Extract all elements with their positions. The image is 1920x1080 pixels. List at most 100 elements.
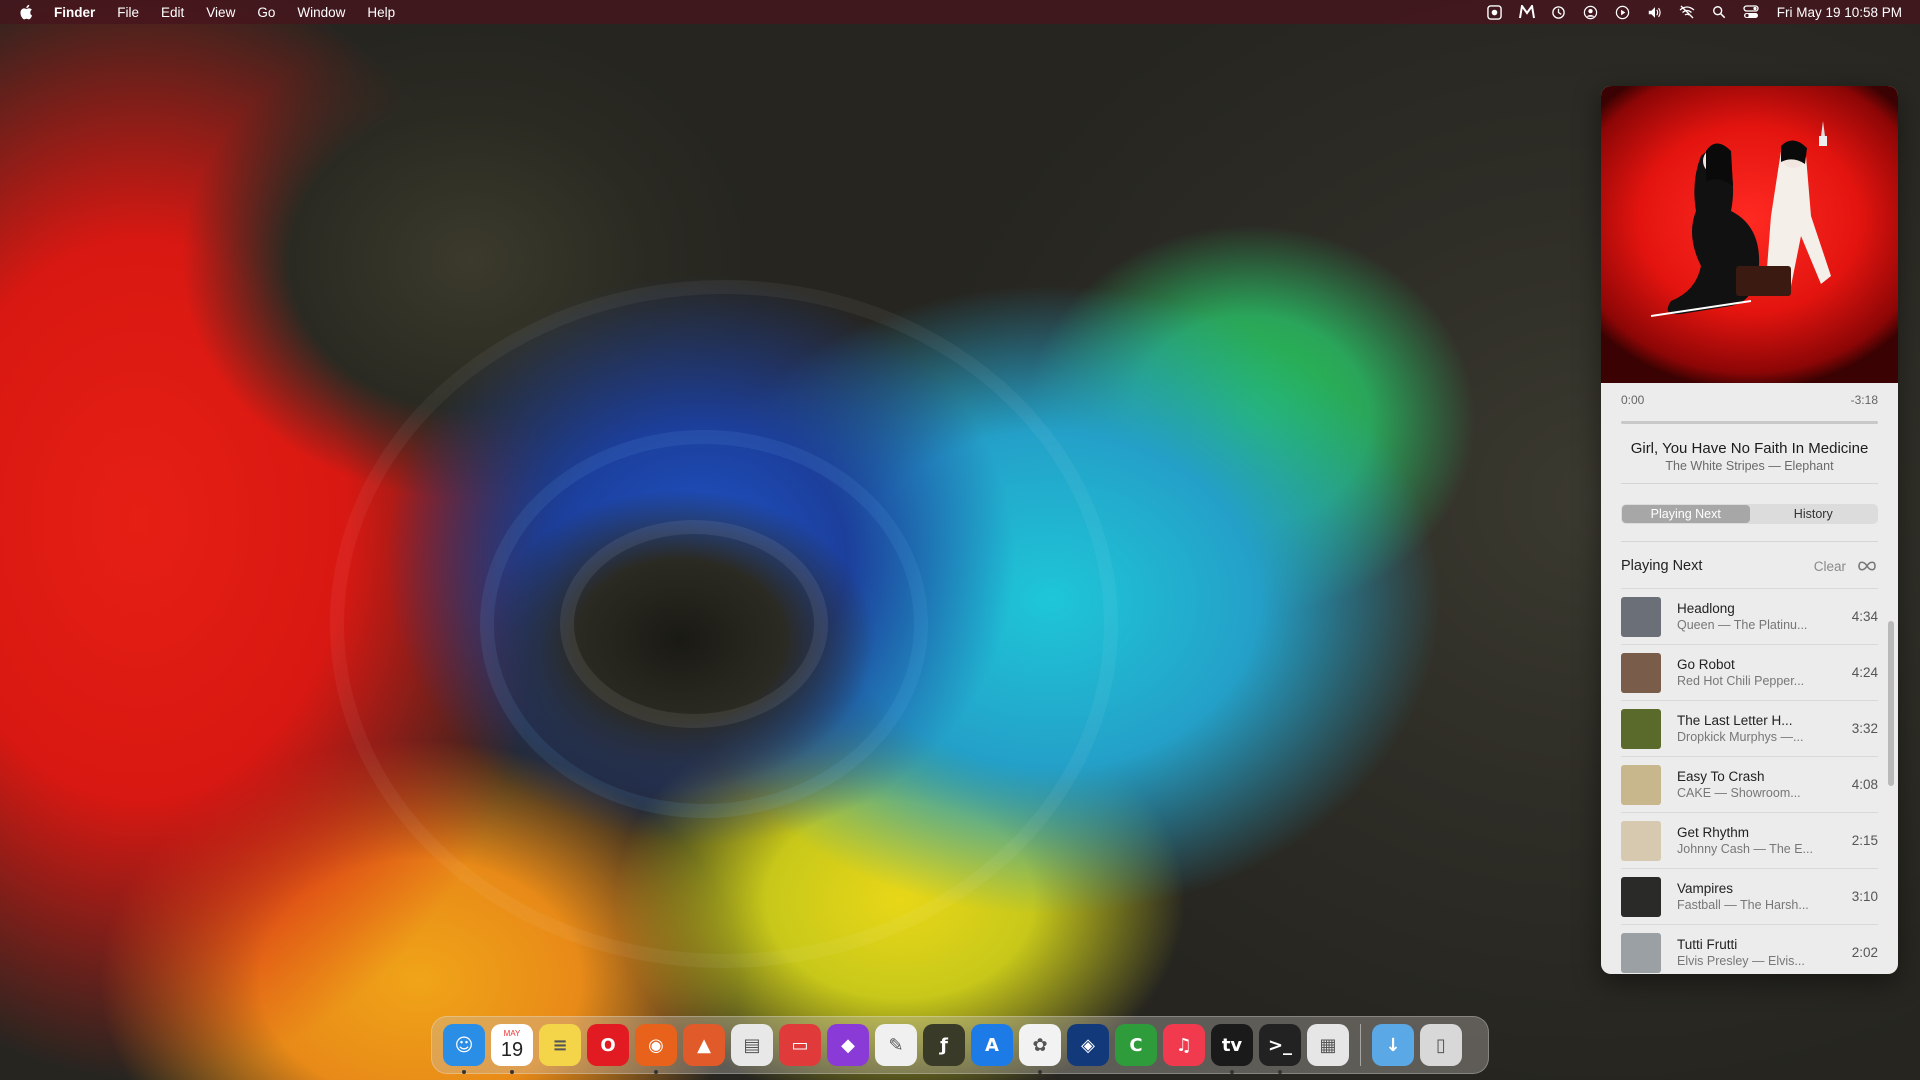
dock-icon-glyph: ♫: [1175, 1034, 1193, 1056]
queue-item-duration: 2:15: [1851, 833, 1878, 848]
dock-icon-glyph: ▲: [697, 1034, 711, 1056]
dock-icon-glyph: ↓: [1385, 1034, 1401, 1056]
dock-music-icon[interactable]: ♫: [1163, 1024, 1205, 1066]
queue-item-duration: 2:02: [1851, 945, 1878, 960]
queue-item[interactable]: Headlong Queen — The Platinu... 4:34: [1621, 588, 1878, 644]
now-playing-title: Girl, You Have No Faith In Medicine: [1630, 440, 1869, 457]
queue-item-duration: 4:08: [1851, 777, 1878, 792]
dock-tv-icon[interactable]: tv: [1211, 1024, 1253, 1074]
queue-item[interactable]: Go Robot Red Hot Chili Pepper... 4:24: [1621, 644, 1878, 700]
queue-item[interactable]: Vampires Fastball — The Harsh... 3:10: [1621, 868, 1878, 924]
dock-affinity-photo-icon[interactable]: ◆: [827, 1024, 869, 1066]
album-artwork-figures: [1650, 121, 1831, 317]
queue-item[interactable]: Get Rhythm Johnny Cash — The E... 2:15: [1621, 812, 1878, 868]
dock-terminal-icon[interactable]: >_: [1259, 1024, 1301, 1074]
divider: [1621, 483, 1878, 484]
queue-item-title: Tutti Frutti: [1677, 937, 1738, 952]
dock-printer-icon[interactable]: ▭: [779, 1024, 821, 1066]
menu-window[interactable]: Window: [297, 5, 345, 20]
dock-running-indicator: [1230, 1070, 1234, 1074]
search-icon[interactable]: [1711, 4, 1727, 20]
dock-photos-icon[interactable]: ✿: [1019, 1024, 1061, 1074]
queue-item-title: Vampires: [1677, 881, 1734, 896]
widget-icon[interactable]: [1487, 4, 1503, 20]
queue-item-duration: 3:32: [1851, 721, 1878, 736]
dock-preview-icon[interactable]: ▤: [731, 1024, 773, 1066]
dock-downloads-icon[interactable]: ↓: [1372, 1024, 1414, 1066]
album-artwork[interactable]: [1601, 86, 1898, 383]
menu-file[interactable]: File: [117, 5, 139, 20]
dock-pixelmator-icon[interactable]: ✎: [875, 1024, 917, 1066]
queue-item-artist: Dropkick Murphys —...: [1677, 730, 1804, 744]
queue-item-meta: Vampires Fastball — The Harsh...: [1677, 881, 1846, 912]
tab-history[interactable]: History: [1750, 505, 1878, 523]
dock-app-store-icon[interactable]: A: [971, 1024, 1013, 1066]
dock-icon-glyph: ◉: [648, 1034, 664, 1056]
calendar-day: 19: [500, 1039, 524, 1061]
queue-item[interactable]: Tutti Frutti Elvis Presley — Elvis... 2:02: [1621, 924, 1878, 974]
menu-view[interactable]: View: [206, 5, 235, 20]
queue-item-title: Headlong: [1677, 601, 1735, 616]
queue-item-title: The Last Letter H...: [1677, 713, 1793, 728]
dock-running-indicator: [510, 1070, 514, 1074]
queue-item-artwork: [1621, 652, 1661, 693]
calendar-month: MAY: [503, 1029, 521, 1038]
time-machine-icon[interactable]: [1551, 4, 1567, 20]
menu-bar-clock[interactable]: Fri May 19 10:58 PM: [1777, 5, 1902, 20]
dock-icon-glyph: C: [1129, 1034, 1143, 1056]
dock-icon-glyph: >_: [1267, 1034, 1293, 1056]
queue-item-artwork: [1621, 708, 1661, 749]
dock-trash-icon[interactable]: ▯: [1420, 1024, 1462, 1066]
queue-item-meta: Get Rhythm Johnny Cash — The E...: [1677, 825, 1846, 856]
dock-icon-glyph: ▭: [791, 1034, 809, 1056]
menu-go[interactable]: Go: [257, 5, 275, 20]
dock-icon-glyph: ▤: [743, 1034, 761, 1056]
playback-progress-slider[interactable]: [1621, 421, 1878, 424]
play-icon[interactable]: [1615, 4, 1631, 20]
clear-queue-button[interactable]: Clear: [1814, 559, 1846, 574]
dock-icon-glyph: ≡: [552, 1034, 568, 1056]
dock-icon-glyph: ƒ: [940, 1034, 948, 1056]
tab-playing-next[interactable]: Playing Next: [1622, 505, 1750, 523]
wifi-off-icon[interactable]: [1679, 4, 1695, 20]
autoplay-infinity-icon[interactable]: [1856, 559, 1878, 573]
user-icon[interactable]: [1583, 4, 1599, 20]
dock-facetime-icon[interactable]: C: [1115, 1024, 1157, 1066]
dock-finder-icon[interactable]: ☺: [443, 1024, 485, 1074]
dock-opera-icon[interactable]: O: [587, 1024, 629, 1066]
queue-item-artwork: [1621, 764, 1661, 805]
queue-item-title: Go Robot: [1677, 657, 1735, 672]
dock-firefox-icon[interactable]: ◉: [635, 1024, 677, 1074]
dock-icon-glyph: ◈: [1081, 1034, 1095, 1056]
queue-item-meta: Tutti Frutti Elvis Presley — Elvis...: [1677, 937, 1846, 968]
volume-icon[interactable]: [1647, 4, 1663, 20]
dock-icon-glyph: tv: [1221, 1034, 1243, 1056]
dock-icon-glyph: ◆: [841, 1034, 855, 1056]
queue-item[interactable]: The Last Letter H... Dropkick Murphys —..…: [1621, 700, 1878, 756]
queue-item-artwork: [1621, 876, 1661, 917]
menu-finder[interactable]: Finder: [54, 5, 95, 20]
dock-calendar-icon[interactable]: MAY 19: [491, 1024, 533, 1074]
control-center-icon[interactable]: [1743, 4, 1759, 20]
menu-edit[interactable]: Edit: [161, 5, 184, 20]
dock-icon-glyph: O: [600, 1034, 616, 1056]
dock-icon-glyph: ☺: [454, 1034, 474, 1056]
queue-item-artist: CAKE — Showroom...: [1677, 786, 1801, 800]
dock-icon-glyph: ✿: [1032, 1034, 1048, 1056]
queue-item-artwork: [1621, 596, 1661, 637]
dock-icon-glyph: ▦: [1319, 1034, 1337, 1056]
apple-logo-icon[interactable]: [18, 3, 36, 21]
dock-cube-app-icon[interactable]: ◈: [1067, 1024, 1109, 1066]
queue-scrollbar[interactable]: [1888, 621, 1894, 786]
now-playing-artist-album[interactable]: The White Stripes — Elephant: [1617, 459, 1882, 473]
queue-item-artist: Johnny Cash — The E...: [1677, 842, 1813, 856]
queue-item-duration: 3:10: [1851, 889, 1878, 904]
dock-launchpad-icon[interactable]: ▦: [1307, 1024, 1349, 1066]
m-logo-icon[interactable]: [1518, 4, 1535, 20]
dock-font-app-icon[interactable]: ƒ: [923, 1024, 965, 1066]
dock-running-indicator: [654, 1070, 658, 1074]
dock-affinity-icon[interactable]: ▲: [683, 1024, 725, 1066]
queue-item[interactable]: Easy To Crash CAKE — Showroom... 4:08: [1621, 756, 1878, 812]
dock-notes-icon[interactable]: ≡: [539, 1024, 581, 1066]
menu-help[interactable]: Help: [367, 5, 395, 20]
